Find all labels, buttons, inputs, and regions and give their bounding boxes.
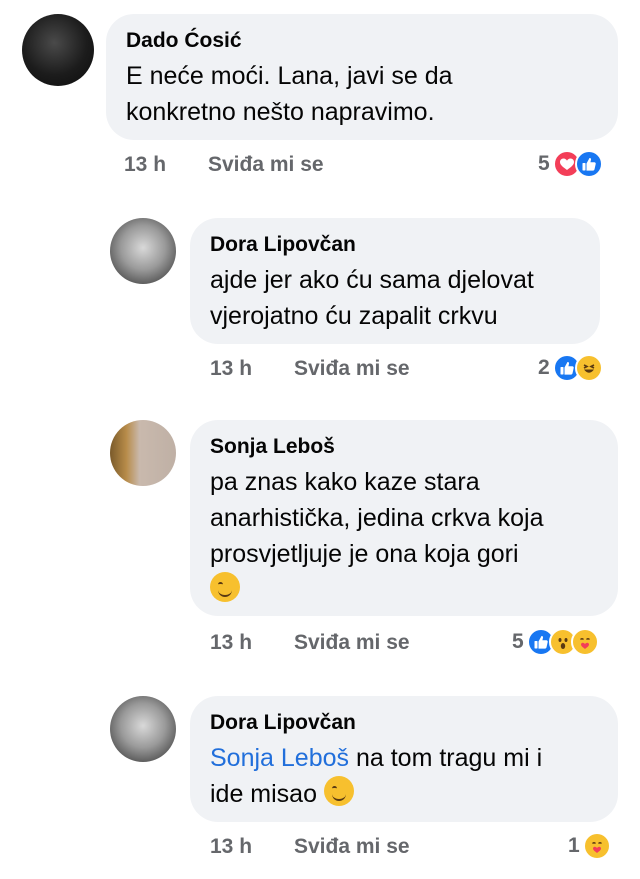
comment-text-body: na tom tragu mi i	[349, 744, 543, 772]
comment-text-body: pa znas kako kaze stara anarhistička, je…	[210, 468, 544, 568]
reaction-summary-1[interactable]: 5	[538, 150, 603, 178]
reaction-summary-3[interactable]: 5	[512, 628, 599, 656]
comment-meta-2: 13 h Sviđa mi se	[210, 357, 410, 381]
comment-bubble-1: Dado Ćosić E neće moći. Lana, javi se da…	[106, 14, 618, 140]
wink-emoji-icon	[210, 572, 240, 602]
comment-bubble-4: Dora Lipovčan Sonja Leboš na tom tragu m…	[190, 696, 618, 822]
comment-time[interactable]: 13 h	[210, 835, 252, 858]
like-button[interactable]: Sviđa mi se	[208, 153, 324, 177]
reaction-summary-4[interactable]: 1	[568, 832, 611, 860]
comment-text: E neće moći. Lana, javi se da konkretno …	[126, 62, 453, 126]
care-reaction-icon	[582, 832, 611, 860]
reaction-count: 5	[512, 630, 524, 653]
avatar-sonja[interactable]	[110, 420, 176, 486]
comment-meta-1: 13 h Sviđa mi se	[124, 153, 324, 177]
comment-time[interactable]: 13 h	[124, 153, 166, 176]
comment-text: Sonja Leboš na tom tragu mi i ide misao	[210, 740, 598, 812]
care-reaction-icon	[570, 628, 599, 656]
comment-author[interactable]: Dado Ćosić	[126, 28, 598, 54]
avatar-dora[interactable]	[110, 696, 176, 762]
avatar-dora[interactable]	[110, 218, 176, 284]
reaction-count: 2	[538, 356, 550, 379]
reaction-summary-2[interactable]: 2	[538, 354, 603, 382]
mention-link[interactable]: Sonja Leboš	[210, 744, 349, 772]
comment-meta-3: 13 h Sviđa mi se	[210, 631, 410, 655]
comment-time[interactable]: 13 h	[210, 631, 252, 654]
avatar-dado[interactable]	[22, 14, 94, 86]
like-reaction-icon	[574, 150, 603, 178]
comment-author[interactable]: Sonja Leboš	[210, 434, 598, 460]
comment-bubble-2: Dora Lipovčan ajde jer ako ću sama djelo…	[190, 218, 600, 344]
comment-meta-4: 13 h Sviđa mi se	[210, 835, 410, 859]
like-button[interactable]: Sviđa mi se	[294, 357, 410, 381]
haha-reaction-icon	[574, 354, 603, 382]
like-button[interactable]: Sviđa mi se	[294, 631, 410, 655]
reaction-count: 1	[568, 834, 580, 857]
comment-bubble-3: Sonja Leboš pa znas kako kaze stara anar…	[190, 420, 618, 616]
comment-author[interactable]: Dora Lipovčan	[210, 710, 598, 736]
comment-text-line2: ide misao	[210, 780, 317, 808]
comment-text: ajde jer ako ću sama djelovat vjerojatno…	[210, 266, 534, 330]
comment-author[interactable]: Dora Lipovčan	[210, 232, 580, 258]
reaction-count: 5	[538, 152, 550, 175]
like-button[interactable]: Sviđa mi se	[294, 835, 410, 859]
comment-time[interactable]: 13 h	[210, 357, 252, 380]
comment-text: pa znas kako kaze stara anarhistička, je…	[210, 464, 598, 608]
wink-emoji-icon	[323, 776, 354, 806]
